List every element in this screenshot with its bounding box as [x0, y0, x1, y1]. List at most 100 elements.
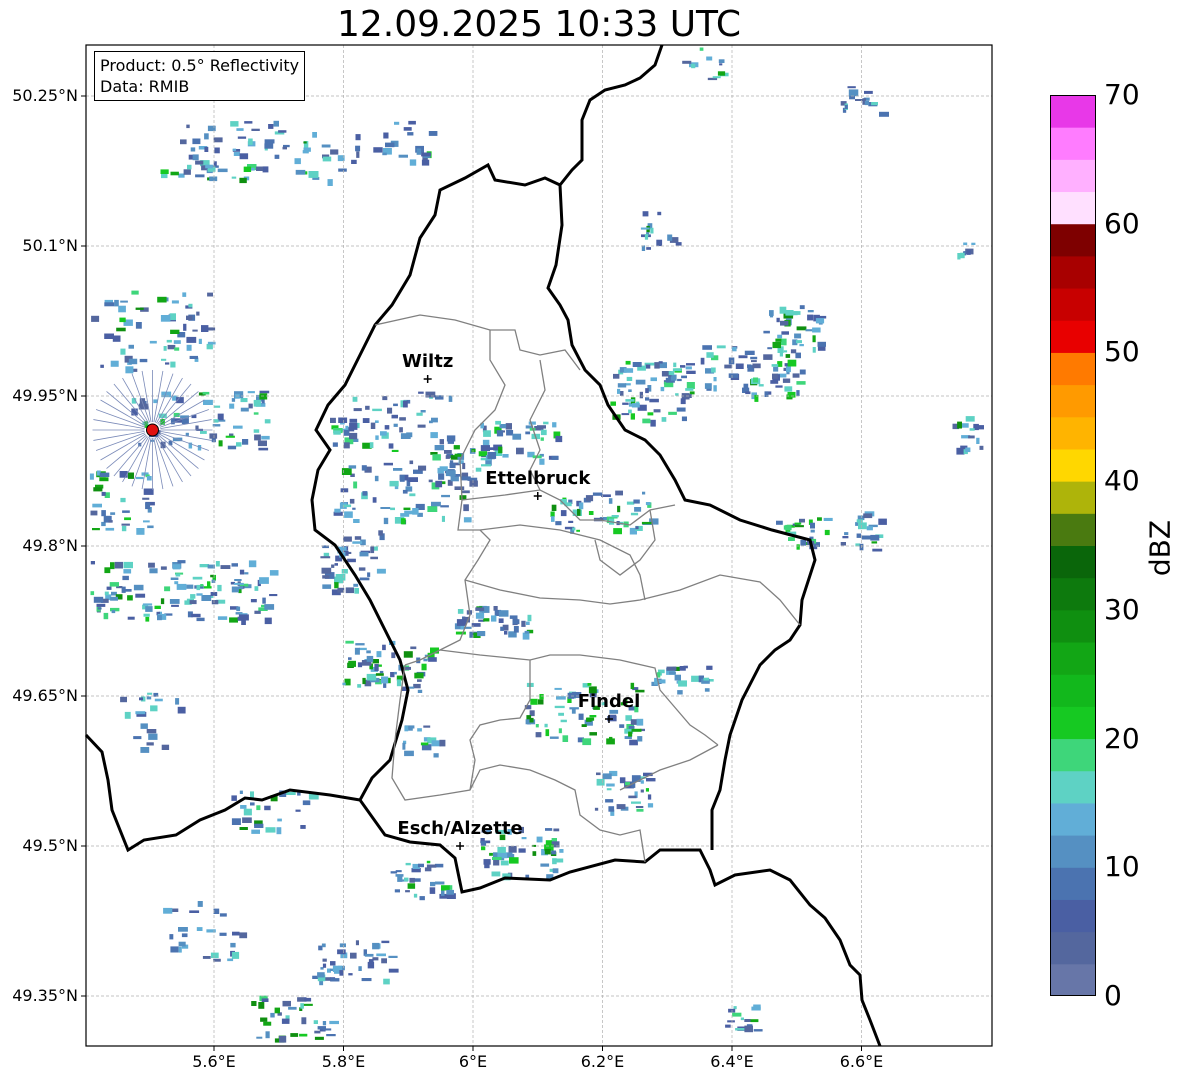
- echo-cell: [258, 447, 269, 451]
- echo-cell: [495, 420, 501, 425]
- echo-cell: [186, 315, 193, 320]
- echo-cell: [504, 630, 508, 635]
- echo-cell: [160, 598, 165, 605]
- echo-cell: [740, 1017, 744, 1021]
- echo-cell: [439, 439, 444, 445]
- echo-cell: [390, 507, 395, 511]
- echo-cell: [498, 446, 503, 454]
- echo-cell: [758, 384, 764, 387]
- echo-cell: [127, 595, 133, 601]
- radar-site-marker: [92, 370, 213, 490]
- echo-cell: [794, 522, 802, 525]
- echo-cell: [239, 177, 247, 184]
- echo-cell: [232, 931, 240, 936]
- echo-cell: [301, 1017, 307, 1025]
- echo-cell: [605, 799, 614, 803]
- echo-cell: [420, 410, 426, 413]
- lat-tick-label: 50.1°N: [22, 236, 78, 255]
- echo-cell: [178, 927, 188, 932]
- echo-cell: [383, 517, 389, 525]
- colorbar-tick-label: 50: [1104, 335, 1140, 369]
- echo-cell: [855, 99, 864, 101]
- echo-cell: [361, 465, 367, 471]
- echo-cell: [785, 310, 794, 316]
- echo-cell: [108, 520, 113, 523]
- echo-cell: [341, 569, 348, 574]
- echo-cell: [142, 497, 150, 500]
- echo-cell: [524, 630, 530, 634]
- echo-cell: [338, 417, 348, 423]
- colorbar: [1050, 95, 1096, 996]
- echo-cell: [345, 587, 355, 594]
- echo-cell: [491, 871, 501, 877]
- echo-cell: [353, 481, 358, 489]
- echo-cell: [728, 373, 739, 378]
- echo-cell: [596, 772, 601, 776]
- echo-cell: [409, 493, 416, 497]
- echo-cell: [794, 333, 802, 339]
- echo-cell: [788, 537, 795, 541]
- echo-cell: [631, 728, 642, 732]
- echo-cell: [676, 407, 686, 412]
- echo-cell: [668, 411, 677, 415]
- echo-cell: [405, 862, 411, 866]
- lon-tick-label: 6.6°E: [839, 1052, 884, 1071]
- echo-cell: [227, 958, 234, 962]
- echo-cell: [656, 239, 663, 247]
- echo-cell: [330, 417, 336, 423]
- echo-cell: [396, 679, 402, 687]
- echo-cell: [630, 682, 635, 690]
- echo-cell: [376, 953, 386, 957]
- echo-cell: [447, 440, 454, 444]
- echo-cell: [331, 564, 335, 568]
- echo-cell: [322, 156, 332, 162]
- echo-cell: [104, 333, 114, 339]
- echo-cell: [357, 662, 363, 668]
- echo-cell: [104, 302, 115, 307]
- echo-cell: [383, 462, 393, 466]
- city-label: Esch/Alzette: [397, 818, 523, 839]
- echo-cell: [681, 375, 687, 379]
- echo-cell: [326, 1034, 336, 1037]
- echo-cell: [403, 400, 408, 408]
- echo-cell: [395, 874, 404, 877]
- echo-cell: [260, 1017, 268, 1022]
- echo-cell: [136, 528, 145, 535]
- echo-cell: [413, 683, 421, 689]
- echo-cell: [110, 360, 119, 367]
- echo-cell: [956, 447, 965, 455]
- echo-cell: [446, 889, 454, 895]
- echo-cell: [528, 421, 536, 425]
- echo-cell: [653, 409, 661, 413]
- echo-cell: [110, 562, 115, 570]
- echo-cell: [334, 582, 339, 589]
- echo-cell: [728, 357, 735, 365]
- echo-cell: [712, 76, 721, 79]
- echo-cell: [120, 348, 126, 355]
- echo-cell: [375, 420, 379, 423]
- echo-cell: [735, 363, 744, 369]
- echo-cell: [104, 591, 109, 596]
- echo-cell: [322, 963, 327, 968]
- echo-cell: [610, 401, 616, 406]
- echo-cell: [368, 959, 374, 966]
- echo-cell: [343, 442, 350, 449]
- echo-cell: [613, 528, 622, 535]
- echo-cell: [500, 860, 509, 866]
- colorbar-tick-label: 30: [1104, 592, 1140, 626]
- echo-cell: [505, 423, 512, 430]
- echo-cell: [265, 827, 276, 833]
- echo-cell: [554, 687, 562, 690]
- echo-cell: [527, 614, 532, 622]
- echo-cell: [556, 696, 566, 700]
- echo-cell: [408, 120, 416, 125]
- echo-cell: [114, 561, 123, 569]
- city-label: Findel: [577, 691, 641, 712]
- echo-cell: [484, 864, 490, 869]
- echo-cell: [202, 956, 211, 959]
- echo-cell: [248, 403, 253, 409]
- country-borders: [84, 44, 882, 1047]
- echo-cell: [318, 945, 323, 951]
- echo-cell: [799, 369, 806, 375]
- echo-cell: [92, 528, 100, 531]
